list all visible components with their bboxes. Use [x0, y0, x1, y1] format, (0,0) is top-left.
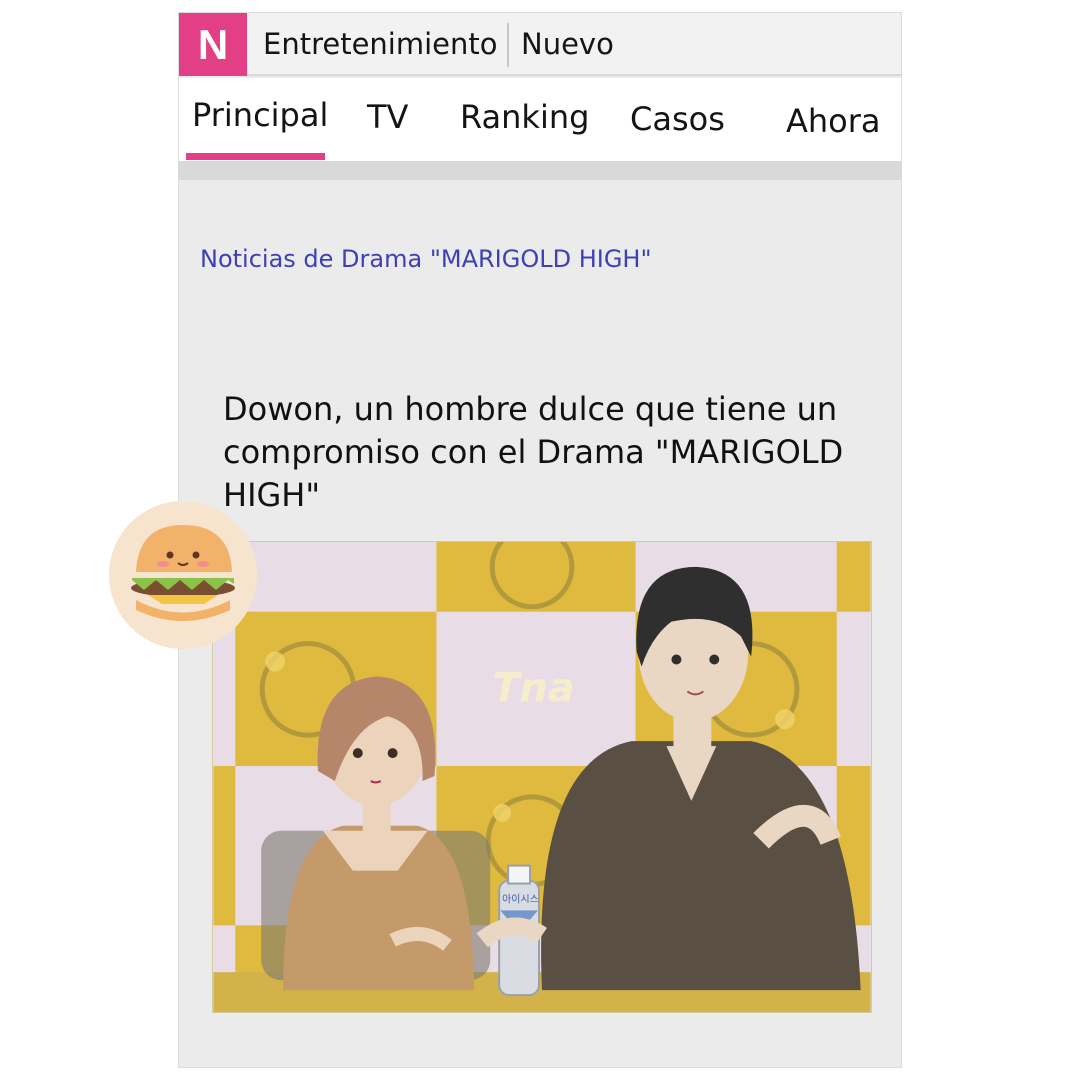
bottle-label: 아이시스 — [502, 893, 539, 905]
n-logo-icon[interactable]: N — [179, 13, 247, 76]
tab-tv[interactable]: TV — [367, 98, 408, 136]
section-entretenimiento[interactable]: Entretenimiento — [263, 27, 498, 61]
app-screen: N Entretenimiento Nuevo Principal TV Ran… — [178, 12, 902, 1068]
top-bar: N Entretenimiento Nuevo — [179, 13, 901, 76]
article-image[interactable]: Tna 아이시스 — [212, 541, 872, 1013]
burger-sticker-icon — [109, 501, 257, 649]
tab-principal[interactable]: Principal — [192, 96, 328, 134]
section-nuevo[interactable]: Nuevo — [521, 27, 614, 61]
tab-bar: Principal TV Ranking Casos Ahora — [179, 78, 901, 161]
category-link[interactable]: Noticias de Drama "MARIGOLD HIGH" — [200, 245, 652, 273]
sponsor-banner-text: Tna — [492, 665, 574, 711]
tab-ranking[interactable]: Ranking — [460, 98, 589, 136]
section-band — [179, 161, 901, 180]
section-divider — [507, 23, 509, 67]
article-headline[interactable]: Dowon, un hombre dulce que tiene un comp… — [223, 388, 873, 517]
active-tab-indicator — [186, 153, 325, 160]
tab-casos[interactable]: Casos — [630, 100, 725, 138]
tab-ahora[interactable]: Ahora — [786, 102, 881, 140]
